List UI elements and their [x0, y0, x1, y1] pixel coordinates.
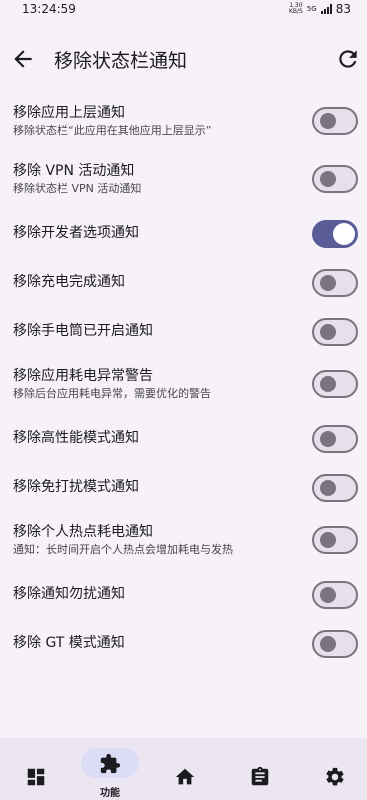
gear-icon [326, 767, 344, 786]
setting-title: 移除开发者选项通知 [13, 225, 139, 241]
back-button[interactable] [10, 46, 36, 72]
setting-text: 移除高性能模式通知 [13, 429, 139, 447]
toggle-thumb [320, 532, 336, 548]
setting-title: 移除个人热点耗电通知 [13, 524, 153, 540]
setting-title: 移除高性能模式通知 [13, 430, 139, 446]
setting-row[interactable]: 移除高性能模式通知 [0, 417, 367, 466]
battery-level: 83 [335, 2, 351, 16]
bottom-navigation: 功能 [0, 738, 367, 800]
puzzle-icon [100, 753, 121, 774]
setting-row[interactable]: 移除应用耗电异常警告移除后台应用耗电异常，需要优化的警告 [0, 359, 367, 417]
refresh-icon [339, 50, 357, 68]
setting-title: 移除 VPN 活动通知 [13, 163, 135, 179]
setting-subtitle: 移除状态栏“此应用在其他应用上层显示” [13, 124, 212, 137]
nav-clipboard[interactable] [230, 738, 290, 800]
setting-toggle[interactable] [312, 425, 358, 453]
setting-toggle[interactable] [312, 526, 358, 554]
nav-dashboard[interactable] [6, 738, 66, 800]
status-time: 13:24:59 [22, 2, 76, 16]
setting-toggle[interactable] [312, 107, 358, 135]
setting-row[interactable]: 移除 VPN 活动通知 移除状态栏 VPN 活动通知 [0, 154, 367, 212]
setting-row[interactable]: 移除充电完成通知 [0, 261, 367, 310]
status-bar: 13:24:59 1.30 KB/S 5G 83 [0, 0, 367, 20]
toggle-thumb [320, 587, 336, 603]
toggle-thumb [320, 275, 336, 291]
clipboard-icon [251, 766, 269, 786]
nav-features[interactable]: 功能 [80, 738, 140, 800]
setting-title: 移除通知勿扰通知 [13, 586, 125, 602]
setting-text: 移除手电筒已开启通知 [13, 322, 153, 340]
home-icon [175, 768, 195, 785]
setting-text: 移除免打扰模式通知 [13, 478, 139, 496]
toggle-thumb [320, 376, 336, 392]
toggle-thumb [320, 324, 336, 340]
dashboard-icon [27, 768, 45, 786]
arrow-left-icon [14, 50, 32, 68]
setting-toggle[interactable] [312, 474, 358, 502]
refresh-button[interactable] [335, 46, 361, 72]
setting-row[interactable]: 移除免打扰模式通知 [0, 466, 367, 515]
signal-icon [320, 4, 332, 14]
page-title: 移除状态栏通知 [54, 50, 188, 72]
setting-text: 移除充电完成通知 [13, 273, 125, 291]
setting-subtitle: 移除后台应用耗电异常，需要优化的警告 [13, 387, 211, 400]
network-speed-unit: KB/S [288, 8, 303, 15]
toggle-thumb [333, 223, 355, 245]
setting-text: 移除应用耗电异常警告移除后台应用耗电异常，需要优化的警告 [13, 367, 211, 401]
setting-toggle[interactable] [312, 165, 358, 193]
settings-list: 移除应用上层通知 移除状态栏“此应用在其他应用上层显示” 移除 VPN 活动通知 移除… [0, 96, 367, 671]
setting-toggle[interactable] [312, 630, 358, 658]
setting-text: 移除开发者选项通知 [13, 224, 139, 242]
setting-row[interactable]: 移除个人热点耗电通知通知：长时间开启个人热点会增加耗电与发热 [0, 515, 367, 573]
setting-title: 移除应用上层通知 [13, 105, 125, 121]
setting-text: 移除个人热点耗电通知通知：长时间开启个人热点会增加耗电与发热 [13, 523, 233, 557]
setting-title: 移除应用耗电异常警告 [13, 368, 153, 384]
setting-title: 移除充电完成通知 [13, 274, 125, 290]
toggle-thumb [320, 480, 336, 496]
setting-title: 移除免打扰模式通知 [13, 479, 139, 495]
setting-title: 移除 GT 模式通知 [13, 635, 125, 651]
setting-row[interactable]: 移除手电筒已开启通知 [0, 310, 367, 359]
network-speed: 1.30 KB/S [289, 3, 303, 15]
setting-toggle[interactable] [312, 581, 358, 609]
toggle-thumb [320, 171, 336, 187]
setting-text: 移除应用上层通知移除状态栏“此应用在其他应用上层显示” [13, 104, 211, 138]
app-bar: 移除状态栏通知 [0, 40, 367, 80]
setting-toggle[interactable] [312, 220, 358, 248]
setting-text: 移除 GT 模式通知 [13, 634, 125, 652]
toggle-thumb [320, 636, 336, 652]
toggle-thumb [320, 113, 336, 129]
setting-row[interactable]: 移除应用上层通知移除状态栏“此应用在其他应用上层显示” [0, 96, 367, 154]
setting-text: 移除 VPN 活动通知 移除状态栏 VPN 活动通知 [13, 162, 141, 196]
setting-toggle[interactable] [312, 318, 358, 346]
setting-title: 移除手电筒已开启通知 [13, 323, 153, 339]
setting-subtitle: 移除状态栏 VPN 活动通知 [13, 182, 142, 195]
setting-row[interactable]: 移除开发者选项通知 [0, 212, 367, 261]
setting-toggle[interactable] [312, 370, 358, 398]
setting-text: 移除通知勿扰通知 [13, 585, 125, 603]
nav-settings[interactable] [305, 738, 365, 800]
setting-subtitle: 通知：长时间开启个人热点会增加耗电与发热 [13, 543, 233, 556]
toggle-thumb [320, 431, 336, 447]
setting-row[interactable]: 移除通知勿扰通知 [0, 573, 367, 622]
setting-row[interactable]: 移除 GT 模式通知 [0, 622, 367, 671]
status-indicators: 1.30 KB/S 5G 83 [289, 2, 351, 16]
nav-home[interactable] [155, 738, 215, 800]
nav-features-label: 功能 [100, 788, 120, 799]
network-type: 5G [306, 5, 317, 13]
setting-toggle[interactable] [312, 269, 358, 297]
